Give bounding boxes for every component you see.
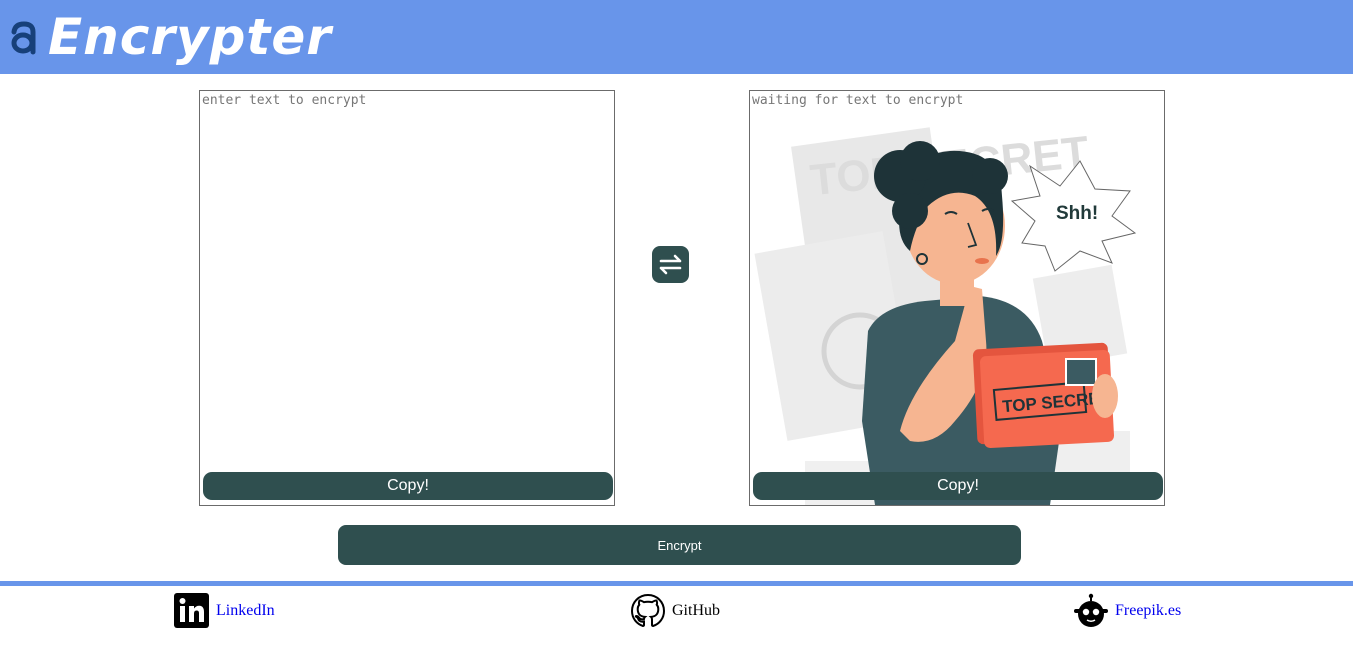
output-panel: TOP SECRET Shh! TOP SECRET Copy!: [749, 90, 1165, 506]
copy-output-button[interactable]: Copy!: [753, 472, 1163, 500]
encrypt-button[interactable]: Encrypt: [338, 525, 1021, 565]
swap-arrows-icon: [659, 254, 682, 275]
github-link[interactable]: GitHub: [630, 592, 720, 630]
freepik-label: Freepik.es: [1115, 602, 1182, 619]
freepik-link[interactable]: Freepik.es: [1073, 592, 1181, 630]
app-header: Encrypter: [0, 0, 1353, 74]
app-title: Encrypter: [48, 8, 332, 66]
github-label: GitHub: [672, 602, 720, 619]
copy-input-button[interactable]: Copy!: [203, 472, 613, 500]
footer-divider: [0, 581, 1353, 586]
letter-a-logo-icon: [11, 21, 36, 55]
input-panel: Copy!: [199, 90, 615, 506]
github-icon: [630, 593, 666, 628]
plaintext-input[interactable]: [200, 91, 614, 505]
linkedin-link[interactable]: LinkedIn: [174, 592, 275, 630]
ciphertext-output[interactable]: [750, 91, 1164, 505]
freepik-icon: [1074, 593, 1108, 627]
linkedin-label: LinkedIn: [216, 602, 275, 619]
swap-button[interactable]: [652, 246, 689, 283]
linkedin-icon: [174, 593, 209, 628]
